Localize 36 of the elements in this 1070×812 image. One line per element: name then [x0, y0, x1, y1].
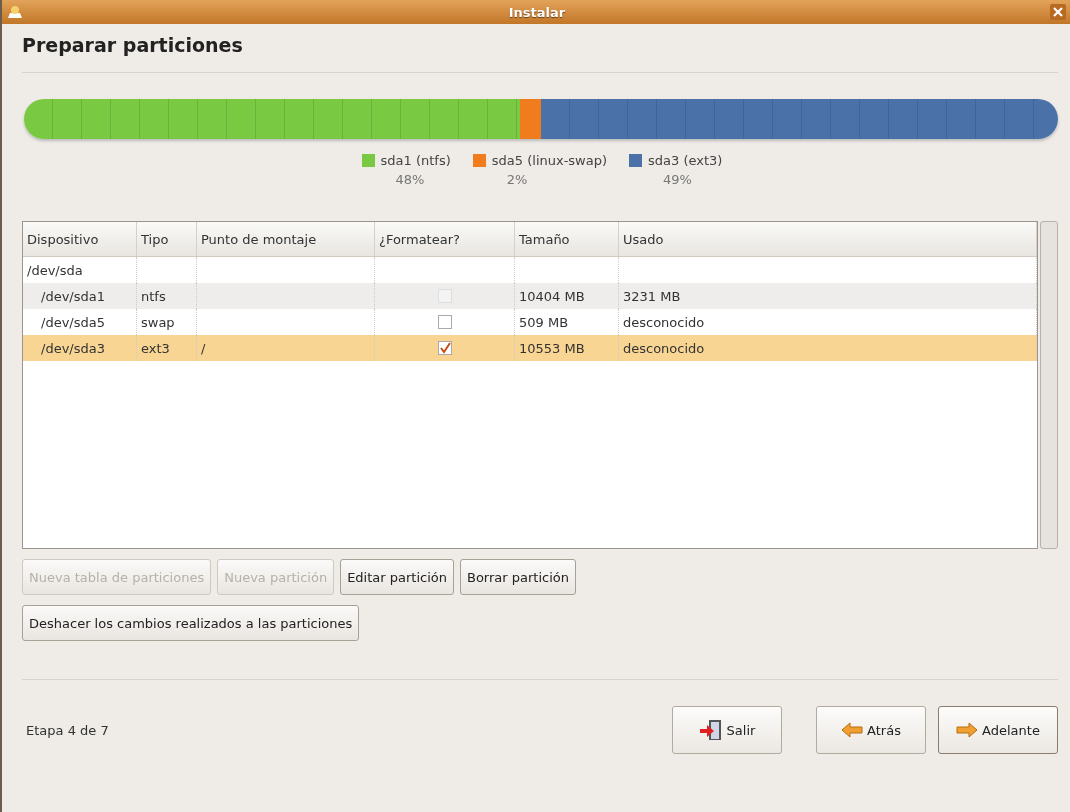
table-row[interactable]: /dev/sda1 ntfs 10404 MB 3231 MB: [23, 283, 1037, 309]
format-checkbox[interactable]: [437, 341, 452, 355]
column-header[interactable]: Tamaño: [515, 222, 619, 256]
partition-button[interactable]: Editar partición: [340, 559, 454, 595]
installer-icon: [6, 4, 24, 20]
format-checkbox[interactable]: [437, 315, 452, 329]
window-title: Instalar: [507, 4, 567, 20]
table-cell: /: [197, 335, 375, 361]
legend-percent: 2%: [505, 172, 529, 187]
nav-button[interactable]: Atrás: [816, 706, 926, 754]
table-cell: ext3: [137, 335, 197, 361]
nav-button[interactable]: Salir: [672, 706, 782, 754]
column-header[interactable]: ¿Formatear?: [375, 222, 515, 256]
exit-door-icon: [698, 718, 723, 742]
table-row[interactable]: /dev/sda3 ext3 / 10553 MB desconocido: [23, 335, 1037, 361]
table-cell: /dev/sda3: [23, 335, 137, 361]
scrollbar[interactable]: [1040, 221, 1058, 549]
undo-button[interactable]: Deshacer los cambios realizados a las particiones: [22, 605, 360, 641]
nav-button[interactable]: Adelante: [938, 706, 1058, 754]
page-heading: Preparar particiones: [22, 34, 1058, 73]
column-header[interactable]: Usado: [619, 222, 1037, 256]
left-arrow-icon: [841, 722, 864, 738]
right-arrow-icon: [956, 722, 979, 738]
table-cell: desconocido: [619, 335, 1037, 361]
column-header[interactable]: Tipo: [137, 222, 197, 256]
close-icon[interactable]: [1050, 4, 1066, 20]
legend-percent: 48%: [394, 172, 426, 187]
column-header[interactable]: Punto de montaje: [197, 222, 375, 256]
table-cell: 10553 MB: [515, 335, 619, 361]
legend-label: sda5 (linux-swap): [491, 153, 608, 168]
partition-button[interactable]: Borrar partición: [460, 559, 576, 595]
step-label: Etapa 4 de 7: [25, 722, 110, 738]
column-header[interactable]: Dispositivo: [23, 222, 137, 256]
legend-label: sda3 (ext3): [648, 153, 723, 168]
legend-label: sda1 (ntfs): [380, 153, 451, 168]
legend-percent: 49%: [662, 172, 693, 187]
